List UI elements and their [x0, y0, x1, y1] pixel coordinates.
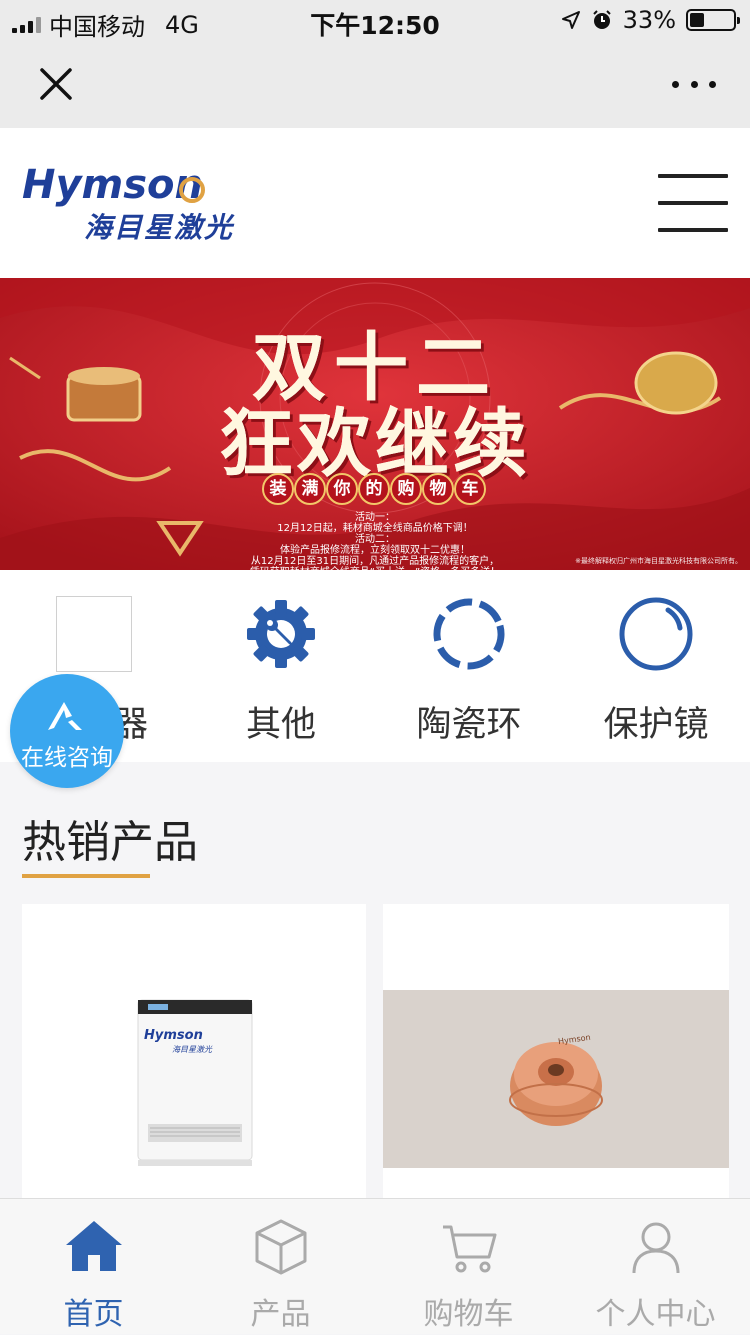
- category-label: 陶瓷环: [416, 705, 522, 745]
- category-label: 保护镜: [603, 705, 709, 745]
- alarm-icon: [592, 10, 611, 29]
- title-underline: [22, 874, 150, 878]
- hot-products-section: 热销产品 Hymson 海目星激光 Hymson: [0, 762, 750, 1204]
- hamburger-menu-button[interactable]: [658, 174, 728, 232]
- slogan-char: 购: [390, 473, 422, 505]
- banner-slogan: 装满你的购物车: [262, 473, 486, 505]
- menu-bar: [658, 228, 728, 232]
- more-button[interactable]: [672, 72, 716, 96]
- user-icon: [632, 1222, 679, 1274]
- slogan-char: 装: [262, 473, 294, 505]
- promo-banner[interactable]: 双十二 狂欢继续 装满你的购物车 活动一： 12月12日起，耗材商城全线商品价格下…: [0, 278, 750, 570]
- slogan-char: 车: [454, 473, 486, 505]
- category-label: 其他: [245, 705, 316, 745]
- lens-icon: [616, 594, 696, 674]
- category-item-ceramic-ring[interactable]: 陶瓷环: [375, 594, 563, 745]
- slogan-char: 你: [326, 473, 358, 505]
- tab-home[interactable]: 首页: [0, 1199, 187, 1335]
- gear-wrench-icon: [241, 594, 321, 674]
- box-icon: [255, 1219, 306, 1275]
- more-dot: [690, 80, 698, 88]
- category-item-other[interactable]: 其他: [187, 594, 375, 745]
- category-item-protective-lens[interactable]: 保护镜: [562, 594, 750, 745]
- menu-bar: [658, 174, 728, 178]
- promo-line: 活动一：: [355, 512, 395, 523]
- close-icon[interactable]: [36, 64, 76, 104]
- logo-subtitle: 海目星激光: [84, 211, 235, 244]
- consult-logo-icon: [48, 702, 82, 730]
- cart-icon: [442, 1225, 496, 1273]
- placeholder-image: [54, 594, 134, 674]
- online-consult-button[interactable]: 在线咨询: [10, 674, 124, 788]
- tab-label: 个人中心: [595, 1297, 716, 1332]
- product-card[interactable]: Hymson: [383, 904, 729, 1204]
- battery-icon: [686, 9, 740, 31]
- section-title: 热销产品: [22, 817, 198, 868]
- home-icon: [65, 1221, 122, 1271]
- tab-label: 首页: [63, 1297, 124, 1332]
- status-right: 33%: [561, 6, 740, 34]
- consult-label: 在线咨询: [21, 745, 113, 771]
- hymson-logo[interactable]: Hymson 海目星激光: [22, 162, 242, 244]
- more-dot: [709, 80, 716, 88]
- browser-nav-bar: [0, 42, 750, 128]
- promo-line: 体验产品报修流程，立刻领取双十二优惠！: [280, 545, 470, 556]
- tab-profile[interactable]: 个人中心: [562, 1199, 749, 1335]
- dashed-ring-icon: [429, 594, 509, 674]
- logo-swoosh-icon: [179, 177, 205, 203]
- status-bar: 中国移动 4G 下午12:50 33%: [0, 0, 750, 42]
- tab-cart[interactable]: 购物车: [375, 1199, 562, 1335]
- menu-bar: [658, 201, 728, 205]
- copper-nozzle-image: [383, 990, 729, 1168]
- banner-copyright: ※最终解释权归广州市海目星激光科技有限公司所有。: [575, 557, 742, 565]
- tab-label: 购物车: [423, 1297, 514, 1332]
- cabinet-brand-subtitle: 海目星激光: [172, 1045, 212, 1054]
- slogan-char: 的: [358, 473, 390, 505]
- tab-label: 产品: [250, 1297, 311, 1332]
- tab-products[interactable]: 产品: [187, 1199, 374, 1335]
- promo-line: 活动二：: [355, 534, 395, 545]
- cabinet-brand-text: Hymson: [144, 1028, 203, 1043]
- product-card[interactable]: Hymson 海目星激光: [22, 904, 366, 1204]
- location-icon: [561, 11, 580, 29]
- slogan-char: 物: [422, 473, 454, 505]
- battery-percent: 33%: [622, 6, 676, 34]
- promo-line: 12月12日起，耗材商城全线商品价格下调！: [277, 523, 473, 534]
- slogan-char: 满: [294, 473, 326, 505]
- more-dot: [672, 80, 679, 88]
- bottom-tab-bar: 首页 产品 购物车 个人中心: [0, 1198, 750, 1334]
- site-header: Hymson 海目星激光: [0, 128, 750, 278]
